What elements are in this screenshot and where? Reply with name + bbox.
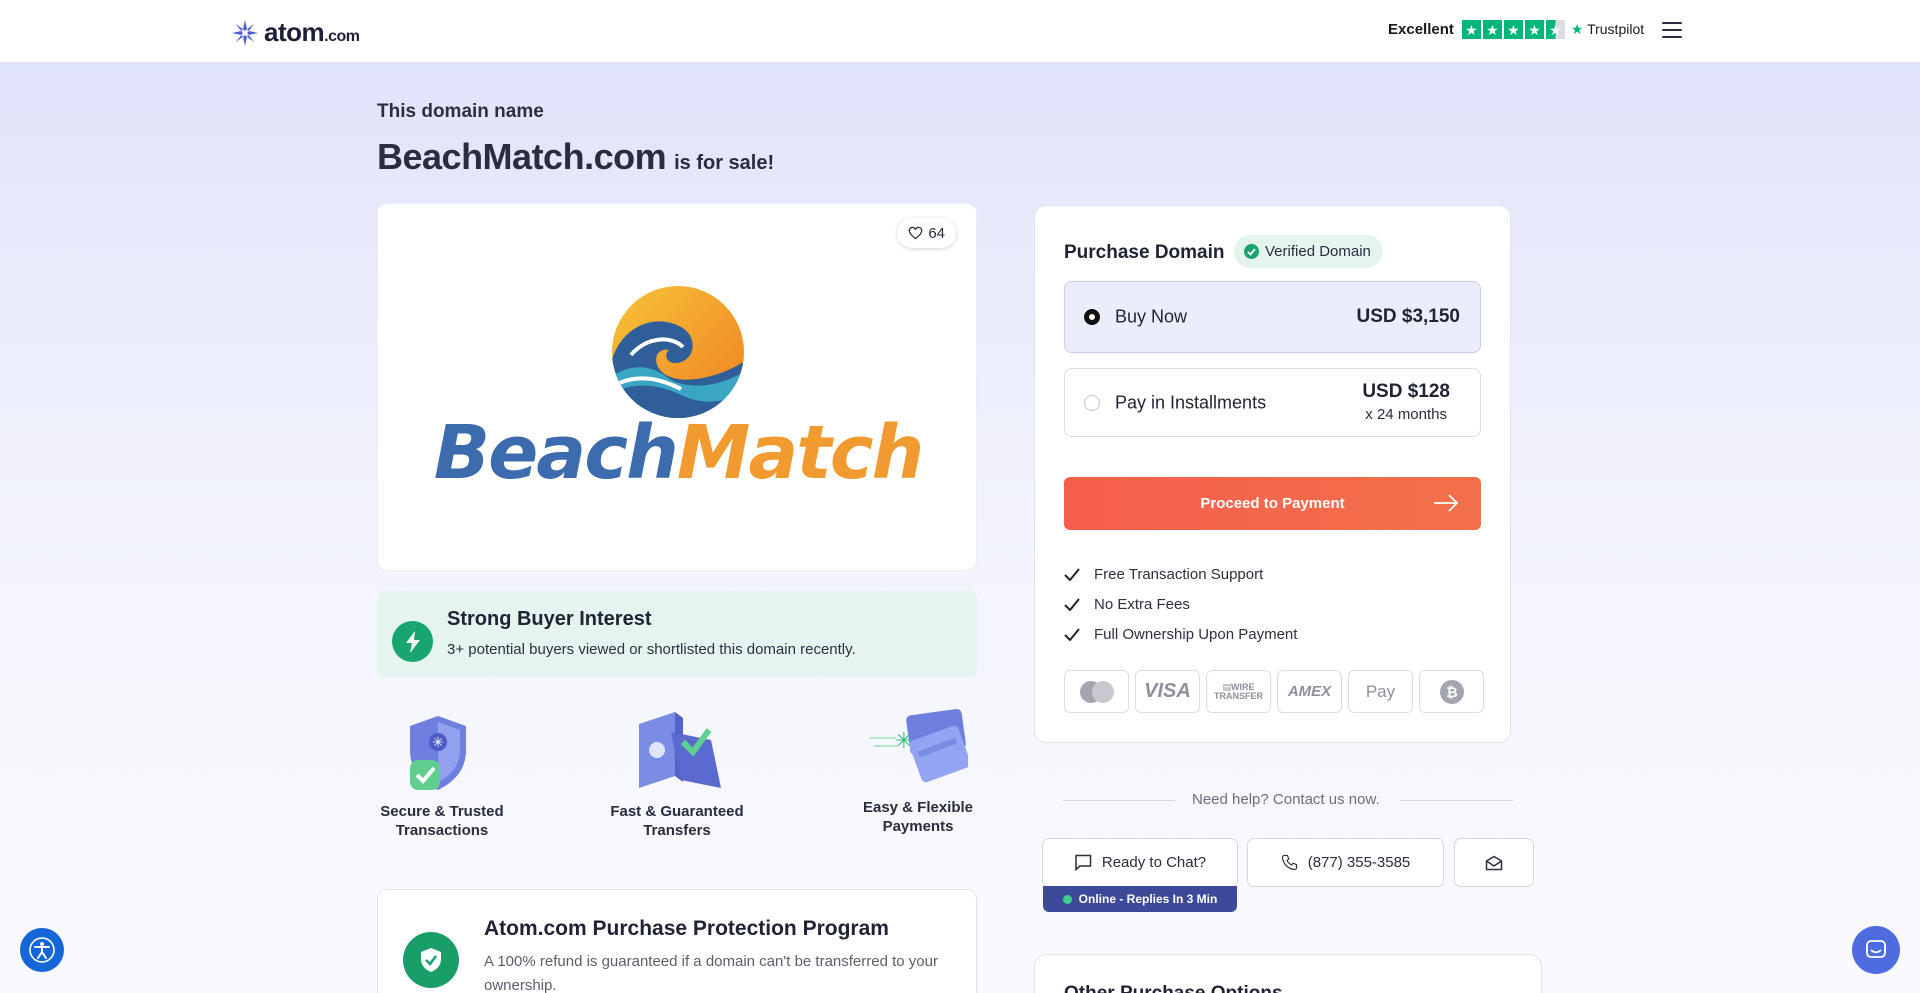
- phone-button[interactable]: (877) 355-3585: [1247, 838, 1444, 887]
- heart-icon: [908, 226, 923, 240]
- chat-widget-icon: [1866, 940, 1886, 958]
- apple-pay-icon: Pay: [1348, 670, 1413, 713]
- trustpilot-rating[interactable]: Excellent ★ ★ ★ ★ ★ ★ Trustpilot: [1388, 20, 1644, 39]
- star-icon: ★: [1503, 20, 1523, 39]
- purchase-title: Purchase Domain: [1064, 242, 1225, 263]
- favorite-button[interactable]: 64: [897, 218, 956, 248]
- half-star-icon: ★: [1545, 20, 1565, 39]
- installments-radio[interactable]: [1084, 394, 1100, 411]
- atom-star-icon: [232, 19, 258, 46]
- star-icon: ★: [1482, 20, 1502, 39]
- buyer-interest-text: 3+ potential buyers viewed or shortliste…: [447, 641, 856, 658]
- feature-secure: ✳ Secure & Trusted Transactions: [377, 712, 507, 840]
- buyer-interest-banner: Strong Buyer Interest 3+ potential buyer…: [377, 591, 977, 677]
- amex-icon: AMEX: [1277, 670, 1342, 713]
- headline-kicker: This domain name: [377, 101, 544, 122]
- bitcoin-icon: ₿: [1419, 670, 1484, 713]
- accessibility-icon: [29, 937, 55, 963]
- protection-text: A 100% refund is guaranteed if a domain …: [484, 953, 938, 993]
- svg-text:✳: ✳: [432, 735, 444, 751]
- hamburger-menu-icon[interactable]: [1662, 22, 1682, 38]
- for-sale-text: is for sale!: [674, 152, 775, 174]
- buyer-interest-title: Strong Buyer Interest: [447, 608, 652, 630]
- transfer-icon: [639, 712, 721, 788]
- feature-transfers: Fast & Guaranteed Transfers: [600, 710, 754, 840]
- check-icon: [1064, 597, 1094, 611]
- arrow-right-icon: [1434, 494, 1459, 512]
- favorite-count: 64: [928, 224, 945, 242]
- check-icon: [1064, 567, 1094, 581]
- headline: BeachMatch.com is for sale!: [377, 136, 774, 178]
- email-button[interactable]: [1454, 838, 1534, 887]
- trustpilot-label: Excellent: [1388, 21, 1454, 38]
- installments-option[interactable]: Pay in Installments USD $128 x 24 months: [1064, 368, 1481, 437]
- trustpilot-brand: ★ Trustpilot: [1570, 21, 1645, 37]
- domain-name: BeachMatch.com: [377, 136, 667, 177]
- cards-icon: ✳: [870, 708, 968, 783]
- verified-check-icon: [1244, 244, 1259, 259]
- shield-check-icon: [403, 932, 459, 988]
- lightning-icon: [392, 621, 433, 662]
- divider: [1063, 800, 1175, 801]
- mastercard-icon: [1064, 670, 1129, 713]
- star-icon: ★: [1524, 20, 1544, 39]
- mail-icon: [1485, 855, 1503, 870]
- buy-now-label: Buy Now: [1115, 306, 1188, 327]
- chat-widget-button[interactable]: [1852, 926, 1900, 974]
- trustpilot-stars: ★ ★ ★ ★ ★: [1461, 20, 1565, 39]
- purchase-protection-card: Atom.com Purchase Protection Program A 1…: [377, 889, 977, 993]
- logo-text: atom.com: [264, 17, 360, 47]
- atom-logo[interactable]: atom.com: [230, 17, 360, 48]
- visa-icon: VISA: [1135, 670, 1200, 713]
- installments-price: USD $128 x 24 months: [1362, 381, 1450, 423]
- wave-sun-logo-icon: [612, 286, 744, 418]
- payment-methods: VISA ▤WIRE TRANSFER AMEX Pay ₿: [1064, 670, 1484, 713]
- star-icon: ★: [1461, 20, 1481, 39]
- svg-text:₿: ₿: [1446, 685, 1457, 701]
- proceed-to-payment-button[interactable]: Proceed to Payment: [1064, 477, 1481, 530]
- feature-payments: ✳ Easy & Flexible Payments: [853, 708, 983, 836]
- top-bar: atom.com Excellent ★ ★ ★ ★ ★ ★ Trustpilo…: [0, 0, 1920, 63]
- svg-text:✳: ✳: [895, 729, 913, 754]
- protection-title: Atom.com Purchase Protection Program: [484, 917, 889, 940]
- benefits-list: Free Transaction Support No Extra Fees F…: [1064, 559, 1297, 649]
- chat-button[interactable]: Ready to Chat?: [1042, 838, 1238, 887]
- phone-icon: [1281, 854, 1297, 871]
- trustpilot-star-icon: ★: [1570, 21, 1584, 37]
- accessibility-button[interactable]: [20, 928, 64, 972]
- benefit-item: Free Transaction Support: [1064, 559, 1297, 589]
- benefit-item: Full Ownership Upon Payment: [1064, 619, 1297, 649]
- online-status: Online - Replies In 3 Min: [1043, 886, 1237, 912]
- installments-label: Pay in Installments: [1115, 392, 1267, 412]
- buy-now-radio[interactable]: [1084, 309, 1100, 325]
- online-dot-icon: [1062, 894, 1072, 904]
- brand-wordmark: BeachMatch: [433, 410, 925, 496]
- verified-badge: Verified Domain: [1234, 235, 1383, 268]
- buy-now-price: USD $3,150: [1356, 306, 1460, 327]
- benefit-item: No Extra Fees: [1064, 589, 1297, 619]
- shield-check-icon: ✳: [410, 716, 466, 790]
- domain-logo-card: 64 BeachMatch: [377, 203, 977, 571]
- wire-transfer-icon: ▤WIRE TRANSFER: [1206, 670, 1271, 713]
- help-text: Need help? Contact us now.: [1192, 791, 1380, 808]
- divider: [1400, 800, 1513, 801]
- other-purchase-options-card: Other Purchase Options: [1034, 954, 1542, 993]
- chat-bubble-icon: [1075, 854, 1092, 871]
- buy-now-option[interactable]: Buy Now USD $3,150: [1064, 281, 1481, 353]
- check-icon: [1064, 627, 1094, 641]
- purchase-card: Purchase Domain Verified Domain Buy Now …: [1034, 205, 1511, 743]
- other-options-title: Other Purchase Options: [1064, 983, 1283, 993]
